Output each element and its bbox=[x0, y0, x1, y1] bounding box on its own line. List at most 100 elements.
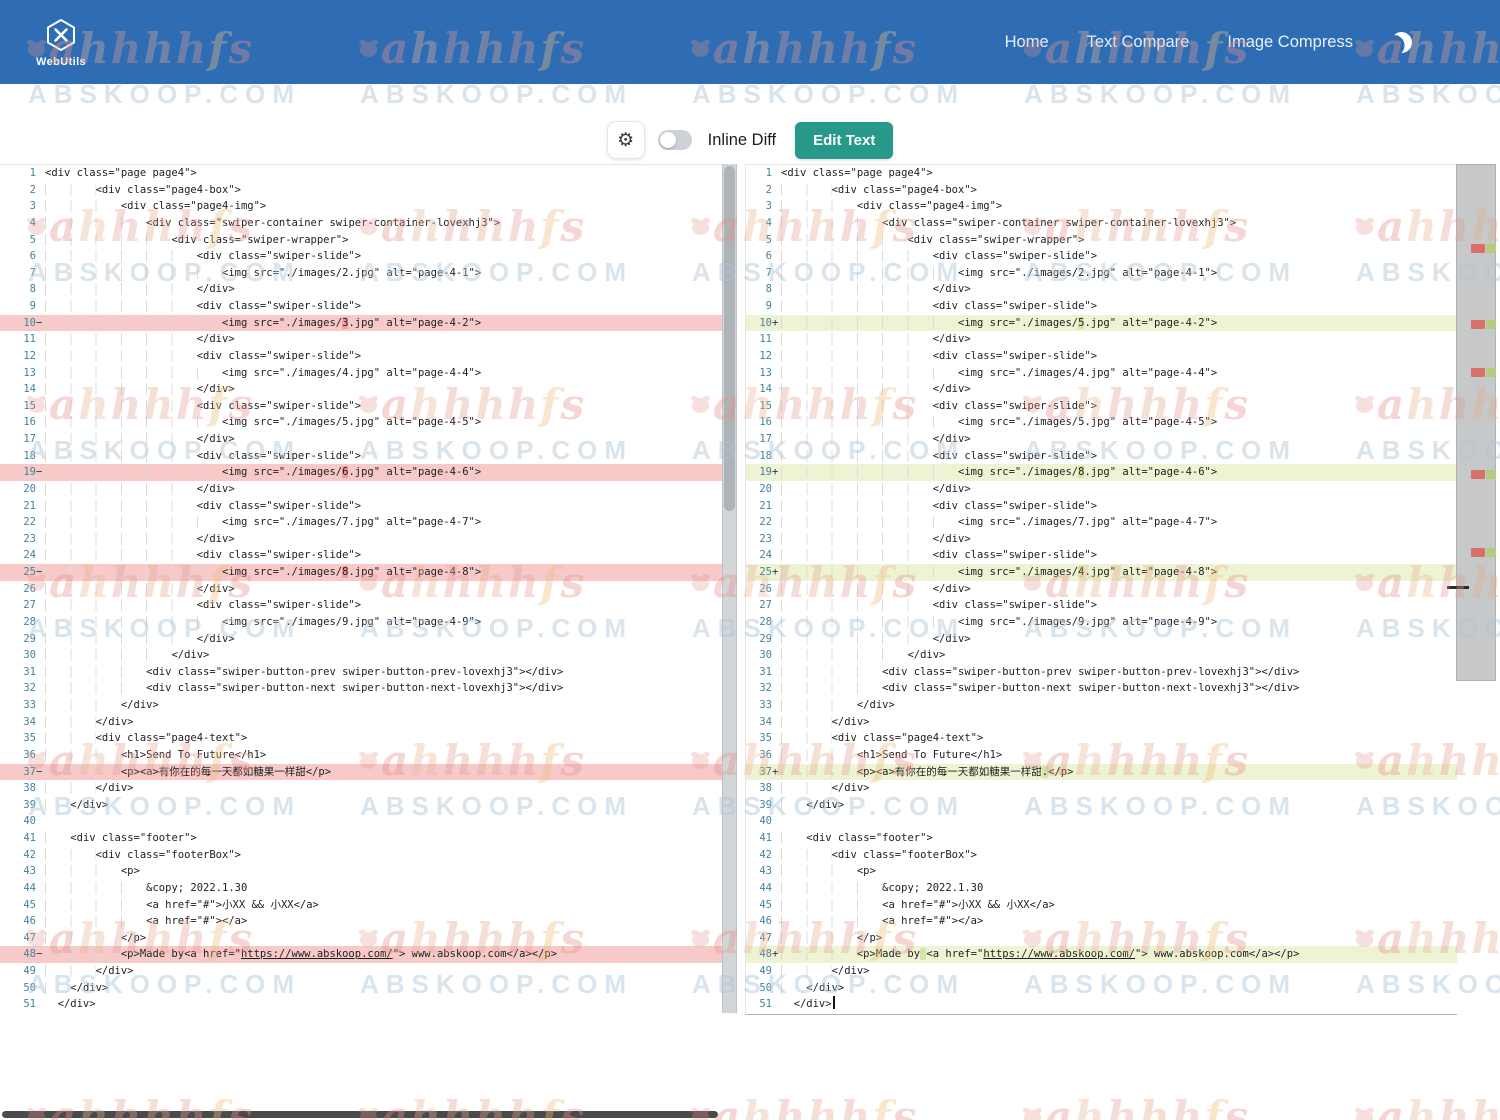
code-line[interactable]: 13 <img src="./images/4.jpg" alt="page-4… bbox=[746, 365, 1457, 382]
diff-marker-line-37[interactable] bbox=[1457, 470, 1495, 479]
code-line[interactable]: 27 <div class="swiper-slide"> bbox=[0, 597, 722, 614]
code-line[interactable]: 48− <p>Made by<a href="https://www.absko… bbox=[0, 946, 722, 963]
code-line[interactable]: 32 <div class="swiper-button-next swiper… bbox=[0, 680, 722, 697]
code-line[interactable]: 34 </div> bbox=[746, 714, 1457, 731]
code-line[interactable]: 37+ <p><a>有你在的每一天都如糖果一样甜.</p> bbox=[746, 764, 1457, 781]
code-line[interactable]: 41 <div class="footer"> bbox=[746, 830, 1457, 847]
code-line[interactable]: 42 <div class="footerBox"> bbox=[746, 847, 1457, 864]
diff-marker-line-10[interactable] bbox=[1457, 244, 1495, 253]
code-line[interactable]: 20 </div> bbox=[746, 481, 1457, 498]
code-line[interactable]: 46 <a href="#"></a> bbox=[0, 913, 722, 930]
code-line[interactable]: 22 <img src="./images/7.jpg" alt="page-4… bbox=[746, 514, 1457, 531]
code-line[interactable]: 30 </div> bbox=[0, 647, 722, 664]
code-line[interactable]: 36 <h1>Send To Future</h1> bbox=[746, 747, 1457, 764]
code-line[interactable]: 8 </div> bbox=[746, 281, 1457, 298]
code-line[interactable]: 33 </div> bbox=[0, 697, 722, 714]
code-line[interactable]: 47 </p> bbox=[0, 930, 722, 947]
code-line[interactable]: 23 </div> bbox=[0, 531, 722, 548]
code-line[interactable]: 15 <div class="swiper-slide"> bbox=[746, 398, 1457, 415]
code-line[interactable]: 49 </div> bbox=[0, 963, 722, 980]
code-line[interactable]: 16 <img src="./images/5.jpg" alt="page-4… bbox=[746, 414, 1457, 431]
code-line[interactable]: 30 </div> bbox=[746, 647, 1457, 664]
code-line[interactable]: 45 <a href="#">小XX && 小XX</a> bbox=[746, 897, 1457, 914]
code-line[interactable]: 25+ <img src="./images/4.jpg" alt="page-… bbox=[746, 564, 1457, 581]
nav-text-compare[interactable]: Text Compare bbox=[1087, 33, 1190, 52]
code-line[interactable]: 15 <div class="swiper-slide"> bbox=[0, 398, 722, 415]
code-line[interactable]: 19+ <img src="./images/8.jpg" alt="page-… bbox=[746, 464, 1457, 481]
code-line[interactable]: 23 </div> bbox=[746, 531, 1457, 548]
code-line[interactable]: 6 <div class="swiper-slide"> bbox=[0, 248, 722, 265]
code-line[interactable]: 43 <p> bbox=[746, 863, 1457, 880]
code-line[interactable]: 14 </div> bbox=[0, 381, 722, 398]
code-line[interactable]: 18 <div class="swiper-slide"> bbox=[746, 448, 1457, 465]
code-line[interactable]: 47 </p> bbox=[746, 930, 1457, 947]
code-line[interactable]: 4 <div class="swiper-container swiper-co… bbox=[0, 215, 722, 232]
code-line[interactable]: 48+ <p>Made by <a href="https://www.absk… bbox=[746, 946, 1457, 963]
code-line[interactable]: 38 </div> bbox=[0, 780, 722, 797]
code-line[interactable]: 45 <a href="#">小XX && 小XX</a> bbox=[0, 897, 722, 914]
code-line[interactable]: 31 <div class="swiper-button-prev swiper… bbox=[0, 664, 722, 681]
nav-image-compress[interactable]: Image Compress bbox=[1227, 33, 1353, 52]
dark-mode-moon-icon[interactable] bbox=[1390, 30, 1414, 54]
code-line[interactable]: 31 <div class="swiper-button-prev swiper… bbox=[746, 664, 1457, 681]
code-line[interactable]: 5 <div class="swiper-wrapper"> bbox=[0, 232, 722, 249]
code-line[interactable]: 42 <div class="footerBox"> bbox=[0, 847, 722, 864]
code-line[interactable]: 32 <div class="swiper-button-next swiper… bbox=[746, 680, 1457, 697]
nav-home[interactable]: Home bbox=[1005, 33, 1049, 52]
code-line[interactable]: 29 </div> bbox=[0, 631, 722, 648]
code-line[interactable]: 7 <img src="./images/2.jpg" alt="page-4-… bbox=[0, 265, 722, 282]
code-line[interactable]: 46 <a href="#"></a> bbox=[746, 913, 1457, 930]
code-line[interactable]: 2 <div class="page4-box"> bbox=[0, 182, 722, 199]
code-line[interactable]: 36 <h1>Send To Future</h1> bbox=[0, 747, 722, 764]
diff-marker-line-19[interactable] bbox=[1457, 320, 1495, 329]
diff-overview-gutter[interactable] bbox=[1456, 164, 1496, 681]
code-line[interactable]: 9 <div class="swiper-slide"> bbox=[0, 298, 722, 315]
code-line[interactable]: 41 <div class="footer"> bbox=[0, 830, 722, 847]
code-line[interactable]: 16 <img src="./images/5.jpg" alt="page-4… bbox=[0, 414, 722, 431]
code-line[interactable]: 6 <div class="swiper-slide"> bbox=[746, 248, 1457, 265]
code-line[interactable]: 10+ <img src="./images/5.jpg" alt="page-… bbox=[746, 315, 1457, 332]
code-line[interactable]: 40 bbox=[0, 813, 722, 830]
code-line[interactable]: 18 <div class="swiper-slide"> bbox=[0, 448, 722, 465]
code-line[interactable]: 22 <img src="./images/7.jpg" alt="page-4… bbox=[0, 514, 722, 531]
code-line[interactable]: 38 </div> bbox=[746, 780, 1457, 797]
diff-marker-line-25[interactable] bbox=[1457, 368, 1495, 377]
code-line[interactable]: 28 <img src="./images/9.jpg" alt="page-4… bbox=[746, 614, 1457, 631]
code-line[interactable]: 1<div class="page page4"> bbox=[0, 165, 722, 182]
code-line[interactable]: 39 </div> bbox=[746, 797, 1457, 814]
code-line[interactable]: 8 </div> bbox=[0, 281, 722, 298]
code-line[interactable]: 21 <div class="swiper-slide"> bbox=[0, 498, 722, 515]
code-line[interactable]: 51 </div> bbox=[0, 996, 722, 1013]
code-line[interactable]: 49 </div> bbox=[746, 963, 1457, 980]
code-line[interactable]: 3 <div class="page4-img"> bbox=[0, 198, 722, 215]
horizontal-scrollbar[interactable] bbox=[2, 1111, 718, 1118]
code-line[interactable]: 19− <img src="./images/6.jpg" alt="page-… bbox=[0, 464, 722, 481]
code-line[interactable]: 44 &copy; 2022.1.30 bbox=[746, 880, 1457, 897]
code-line[interactable]: 24 <div class="swiper-slide"> bbox=[0, 547, 722, 564]
code-line[interactable]: 10− <img src="./images/3.jpg" alt="page-… bbox=[0, 315, 722, 332]
diff-pane-original[interactable]: 1<div class="page page4">2 <div class="p… bbox=[0, 164, 722, 1014]
code-line[interactable]: 27 <div class="swiper-slide"> bbox=[746, 597, 1457, 614]
left-pane-scrollbar[interactable] bbox=[722, 164, 737, 1013]
code-line[interactable]: 43 <p> bbox=[0, 863, 722, 880]
brand[interactable]: WebUtils bbox=[36, 17, 86, 68]
diff-pane-changed[interactable]: 1<div class="page page4">2 <div class="p… bbox=[745, 164, 1457, 1015]
code-line[interactable]: 4 <div class="swiper-container swiper-co… bbox=[746, 215, 1457, 232]
scrollbar-thumb[interactable] bbox=[724, 166, 735, 511]
code-line[interactable]: 35 <div class="page4-text"> bbox=[746, 730, 1457, 747]
edit-text-button[interactable]: Edit Text bbox=[795, 122, 893, 159]
inline-diff-toggle[interactable] bbox=[658, 130, 692, 150]
code-line[interactable]: 37− <p><a>有你在的每一天都如糖果一样甜</p> bbox=[0, 764, 722, 781]
diff-marker-line-48[interactable] bbox=[1457, 548, 1495, 557]
code-line[interactable]: 26 </div> bbox=[0, 581, 722, 598]
code-line[interactable]: 3 <div class="page4-img"> bbox=[746, 198, 1457, 215]
code-line[interactable]: 26 </div> bbox=[746, 581, 1457, 598]
code-line[interactable]: 28 <img src="./images/9.jpg" alt="page-4… bbox=[0, 614, 722, 631]
code-line[interactable]: 50 </div> bbox=[746, 980, 1457, 997]
code-line[interactable]: 11 </div> bbox=[0, 331, 722, 348]
code-line[interactable]: 11 </div> bbox=[746, 331, 1457, 348]
code-line[interactable]: 14 </div> bbox=[746, 381, 1457, 398]
code-line[interactable]: 17 </div> bbox=[0, 431, 722, 448]
settings-button[interactable]: ⚙ bbox=[607, 121, 645, 159]
code-line[interactable]: 1<div class="page page4"> bbox=[746, 165, 1457, 182]
